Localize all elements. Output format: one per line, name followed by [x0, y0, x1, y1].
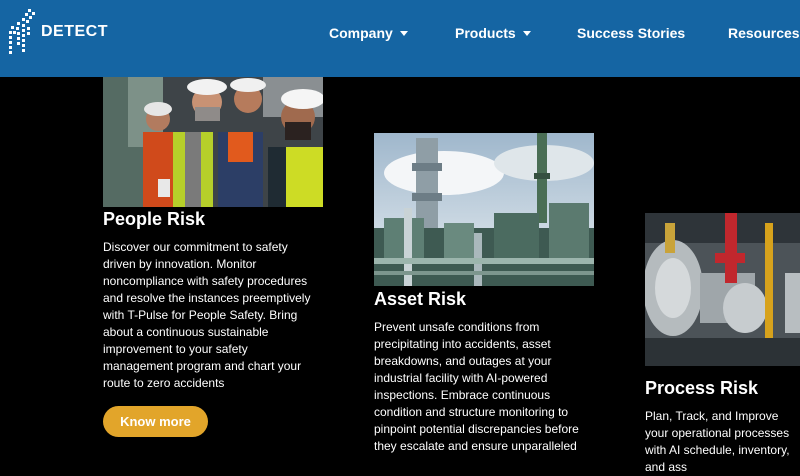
logo-text: DETECT	[41, 23, 108, 40]
nav-item-resources[interactable]: Resources	[728, 25, 800, 41]
nav-item-products[interactable]: Products	[455, 25, 531, 41]
caret-down-icon	[522, 30, 531, 36]
card-title-people-risk: People Risk	[103, 209, 206, 229]
people-risk-image	[103, 77, 323, 207]
card-title-asset-risk: Asset Risk	[374, 289, 467, 309]
nav-item-company[interactable]: Company	[329, 25, 408, 41]
caret-down-icon	[399, 30, 408, 36]
navbar: DETECT Company Products Success Stories …	[0, 0, 800, 77]
nav-item-success-stories[interactable]: Success Stories	[577, 25, 685, 41]
card-description-people-risk: Discover our commitment to safety driven…	[103, 240, 311, 390]
card-description-asset-risk: Prevent unsafe conditions from precipita…	[374, 320, 579, 453]
nav-item-label: Resources	[728, 25, 800, 41]
know-more-button[interactable]: Know more	[103, 406, 208, 437]
nav-item-label: Company	[329, 25, 393, 41]
card-title-process-risk: Process Risk	[645, 378, 759, 398]
asset-risk-image	[374, 133, 594, 286]
card-description-process-risk: Plan, Track, and Improve your operationa…	[645, 409, 790, 474]
logo[interactable]: DETECT	[8, 9, 108, 59]
nav-item-label: Success Stories	[577, 25, 686, 41]
nav-item-label: Products	[455, 25, 516, 41]
process-risk-image	[645, 213, 800, 366]
logo-icon	[9, 9, 35, 54]
